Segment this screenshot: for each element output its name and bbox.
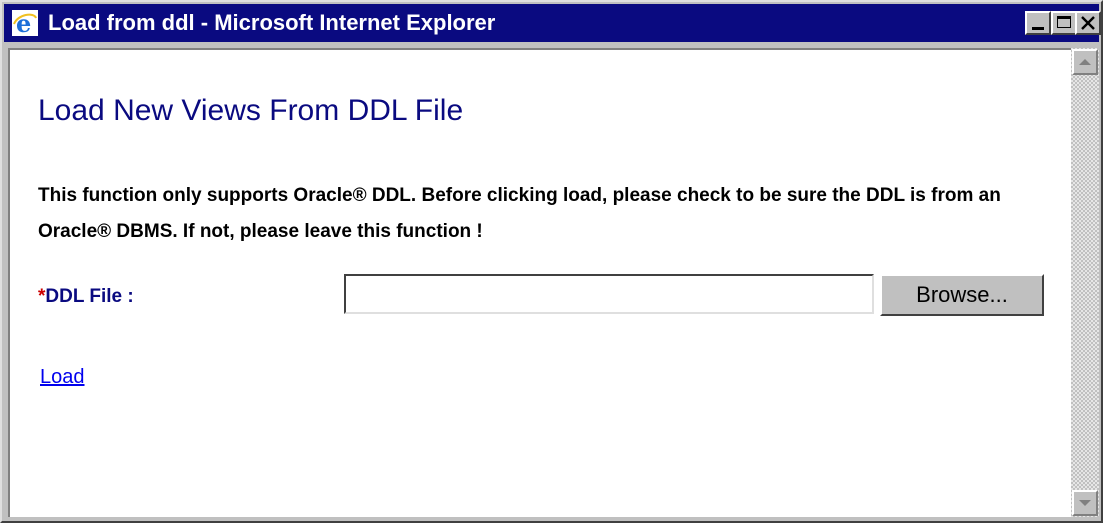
browse-button[interactable]: Browse... xyxy=(880,274,1044,316)
load-link[interactable]: Load xyxy=(40,366,85,389)
title-bar[interactable]: e Load from ddl - Microsoft Internet Exp… xyxy=(4,4,1101,42)
ie-icon: e xyxy=(12,10,38,36)
chevron-down-icon xyxy=(1079,500,1091,506)
maximize-icon xyxy=(1057,16,1071,28)
minimize-icon xyxy=(1032,27,1044,30)
chevron-up-icon xyxy=(1079,59,1091,65)
window-title: Load from ddl - Microsoft Internet Explo… xyxy=(48,10,496,35)
scroll-up-button[interactable] xyxy=(1072,49,1098,75)
browser-window: e Load from ddl - Microsoft Internet Exp… xyxy=(0,0,1103,523)
oracle-notice: This function only supports Oracle® DDL.… xyxy=(38,185,1001,242)
ddl-file-input[interactable] xyxy=(344,274,874,314)
page-content: Load New Views From DDL File This functi… xyxy=(8,48,1071,517)
close-button[interactable] xyxy=(1075,11,1101,35)
page-title: Load New Views From DDL File xyxy=(38,94,464,127)
ddl-file-label-text: DDL File : xyxy=(45,286,134,307)
scroll-down-button[interactable] xyxy=(1072,490,1098,516)
minimize-button[interactable] xyxy=(1025,11,1051,35)
maximize-button[interactable] xyxy=(1051,11,1077,35)
vertical-scrollbar[interactable] xyxy=(1071,48,1099,517)
ddl-file-label: *DDL File : xyxy=(38,286,134,308)
close-icon xyxy=(1081,16,1095,30)
